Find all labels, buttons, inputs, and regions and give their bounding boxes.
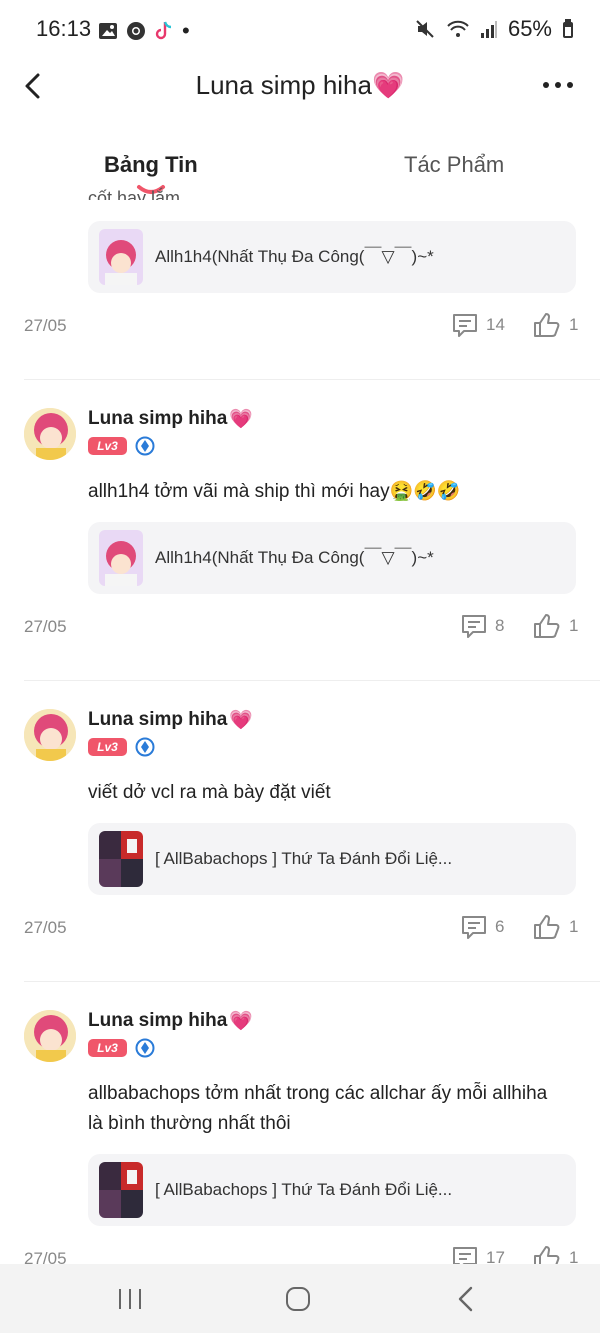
- more-options-button[interactable]: [540, 70, 576, 100]
- post-username[interactable]: Luna simp hiha 💗: [88, 1009, 253, 1033]
- tiktok-icon: [155, 21, 172, 40]
- like-button[interactable]: 1: [533, 914, 578, 940]
- thumbs-up-icon: [534, 614, 560, 638]
- post-divider: [24, 981, 600, 982]
- story-thumbnail: [99, 530, 143, 586]
- comment-icon: [453, 314, 477, 337]
- post-date: 27/05: [24, 918, 67, 937]
- comment-count: 8: [495, 616, 505, 635]
- story-card-title: [ AllBabachops ] Thứ Ta Đánh Đổi Liệ...: [155, 1180, 453, 1199]
- post-username[interactable]: Luna simp hiha 💗: [88, 708, 253, 732]
- status-bar: 16:13 • 65%: [0, 0, 600, 60]
- signal-icon: [480, 21, 497, 38]
- user-avatar[interactable]: [24, 1010, 76, 1062]
- level-badge: Lv3: [88, 437, 127, 455]
- post-text: viết dở vcl ra mà bày đặt viết: [88, 782, 331, 803]
- post-text: allh1h4 tởm vãi mà ship thì mới hay🤮🤣🤣: [88, 481, 461, 502]
- like-button[interactable]: 1: [533, 613, 578, 639]
- comment-button[interactable]: 14: [452, 312, 505, 338]
- mute-icon: [416, 20, 434, 38]
- thumbs-up-icon: [534, 915, 560, 939]
- story-card-title: Allh1h4(Nhất Thụ Đa Công(￣▽￣)~*: [155, 548, 434, 567]
- thumbs-up-icon: [534, 313, 560, 337]
- comment-count: 14: [486, 315, 505, 334]
- story-card[interactable]: [ AllBabachops ] Thứ Ta Đánh Đổi Liệ...: [88, 823, 576, 895]
- status-left-icons: •: [98, 18, 190, 44]
- home-icon[interactable]: [278, 1282, 318, 1316]
- heart-emoji: 💗: [229, 409, 254, 430]
- comment-count: 6: [495, 917, 505, 936]
- story-thumbnail: [99, 229, 143, 285]
- story-thumbnail: [99, 831, 143, 887]
- battery-text: 65%: [507, 16, 552, 41]
- heart-emoji: 💗: [229, 710, 254, 731]
- chrome-icon: [127, 22, 145, 40]
- back-nav-icon[interactable]: [446, 1282, 486, 1316]
- verified-badge-icon: [135, 436, 155, 456]
- like-count: 1: [569, 616, 579, 635]
- image-icon: [99, 23, 117, 39]
- user-avatar[interactable]: [24, 408, 76, 460]
- wifi-icon: [447, 20, 469, 37]
- notification-dot: •: [182, 18, 190, 43]
- level-badge: Lv3: [88, 738, 127, 756]
- status-right-icons: 65%: [414, 16, 574, 42]
- story-thumbnail: [99, 1162, 143, 1218]
- story-card-title: Allh1h4(Nhất Thụ Đa Công(￣▽￣)~*: [155, 247, 434, 266]
- level-badge: Lv3: [88, 1039, 127, 1057]
- post-text: allbabachops tởm nhất trong các allchar …: [88, 1083, 548, 1134]
- comment-icon: [462, 916, 486, 939]
- username-text: Luna simp hiha: [88, 408, 228, 429]
- username-text: Luna simp hiha: [88, 709, 228, 730]
- story-card[interactable]: [ AllBabachops ] Thứ Ta Đánh Đổi Liệ...: [88, 1154, 576, 1226]
- page-title-text: Luna simp hiha: [195, 70, 372, 100]
- post-date: 27/05: [24, 316, 67, 335]
- username-text: Luna simp hiha: [88, 1010, 228, 1031]
- like-count: 1: [569, 315, 579, 334]
- comment-button[interactable]: 6: [461, 914, 504, 940]
- clipped-post-text: cốt hay lắm...: [88, 188, 196, 200]
- verified-badge-icon: [135, 737, 155, 757]
- user-avatar[interactable]: [24, 709, 76, 761]
- heart-emoji: 💗: [229, 1011, 254, 1032]
- story-card[interactable]: Allh1h4(Nhất Thụ Đa Công(￣▽￣)~*: [88, 522, 576, 594]
- like-count: 1: [569, 917, 579, 936]
- system-nav-bar: [0, 1264, 600, 1333]
- post-divider: [24, 379, 600, 380]
- verified-badge-icon: [135, 1038, 155, 1058]
- page-title: Luna simp hiha💗: [0, 70, 600, 101]
- story-card[interactable]: Allh1h4(Nhất Thụ Đa Công(￣▽￣)~*: [88, 221, 576, 293]
- header-bar: Luna simp hiha💗: [0, 60, 600, 110]
- heart-emoji: 💗: [371, 70, 405, 100]
- status-time: 16:13: [36, 16, 92, 41]
- post-username[interactable]: Luna simp hiha 💗: [88, 407, 253, 431]
- post-date: 27/05: [24, 617, 67, 636]
- like-button[interactable]: 1: [533, 312, 578, 338]
- story-card-title: [ AllBabachops ] Thứ Ta Đánh Đổi Liệ...: [155, 849, 453, 868]
- comment-icon: [462, 615, 486, 638]
- post-divider: [24, 680, 600, 681]
- comment-button[interactable]: 8: [461, 613, 504, 639]
- tab-works[interactable]: Tác Phẩm: [404, 152, 504, 178]
- tab-feed[interactable]: Bảng Tin: [104, 152, 198, 178]
- battery-icon: [563, 19, 573, 38]
- recent-apps-icon[interactable]: [110, 1282, 150, 1316]
